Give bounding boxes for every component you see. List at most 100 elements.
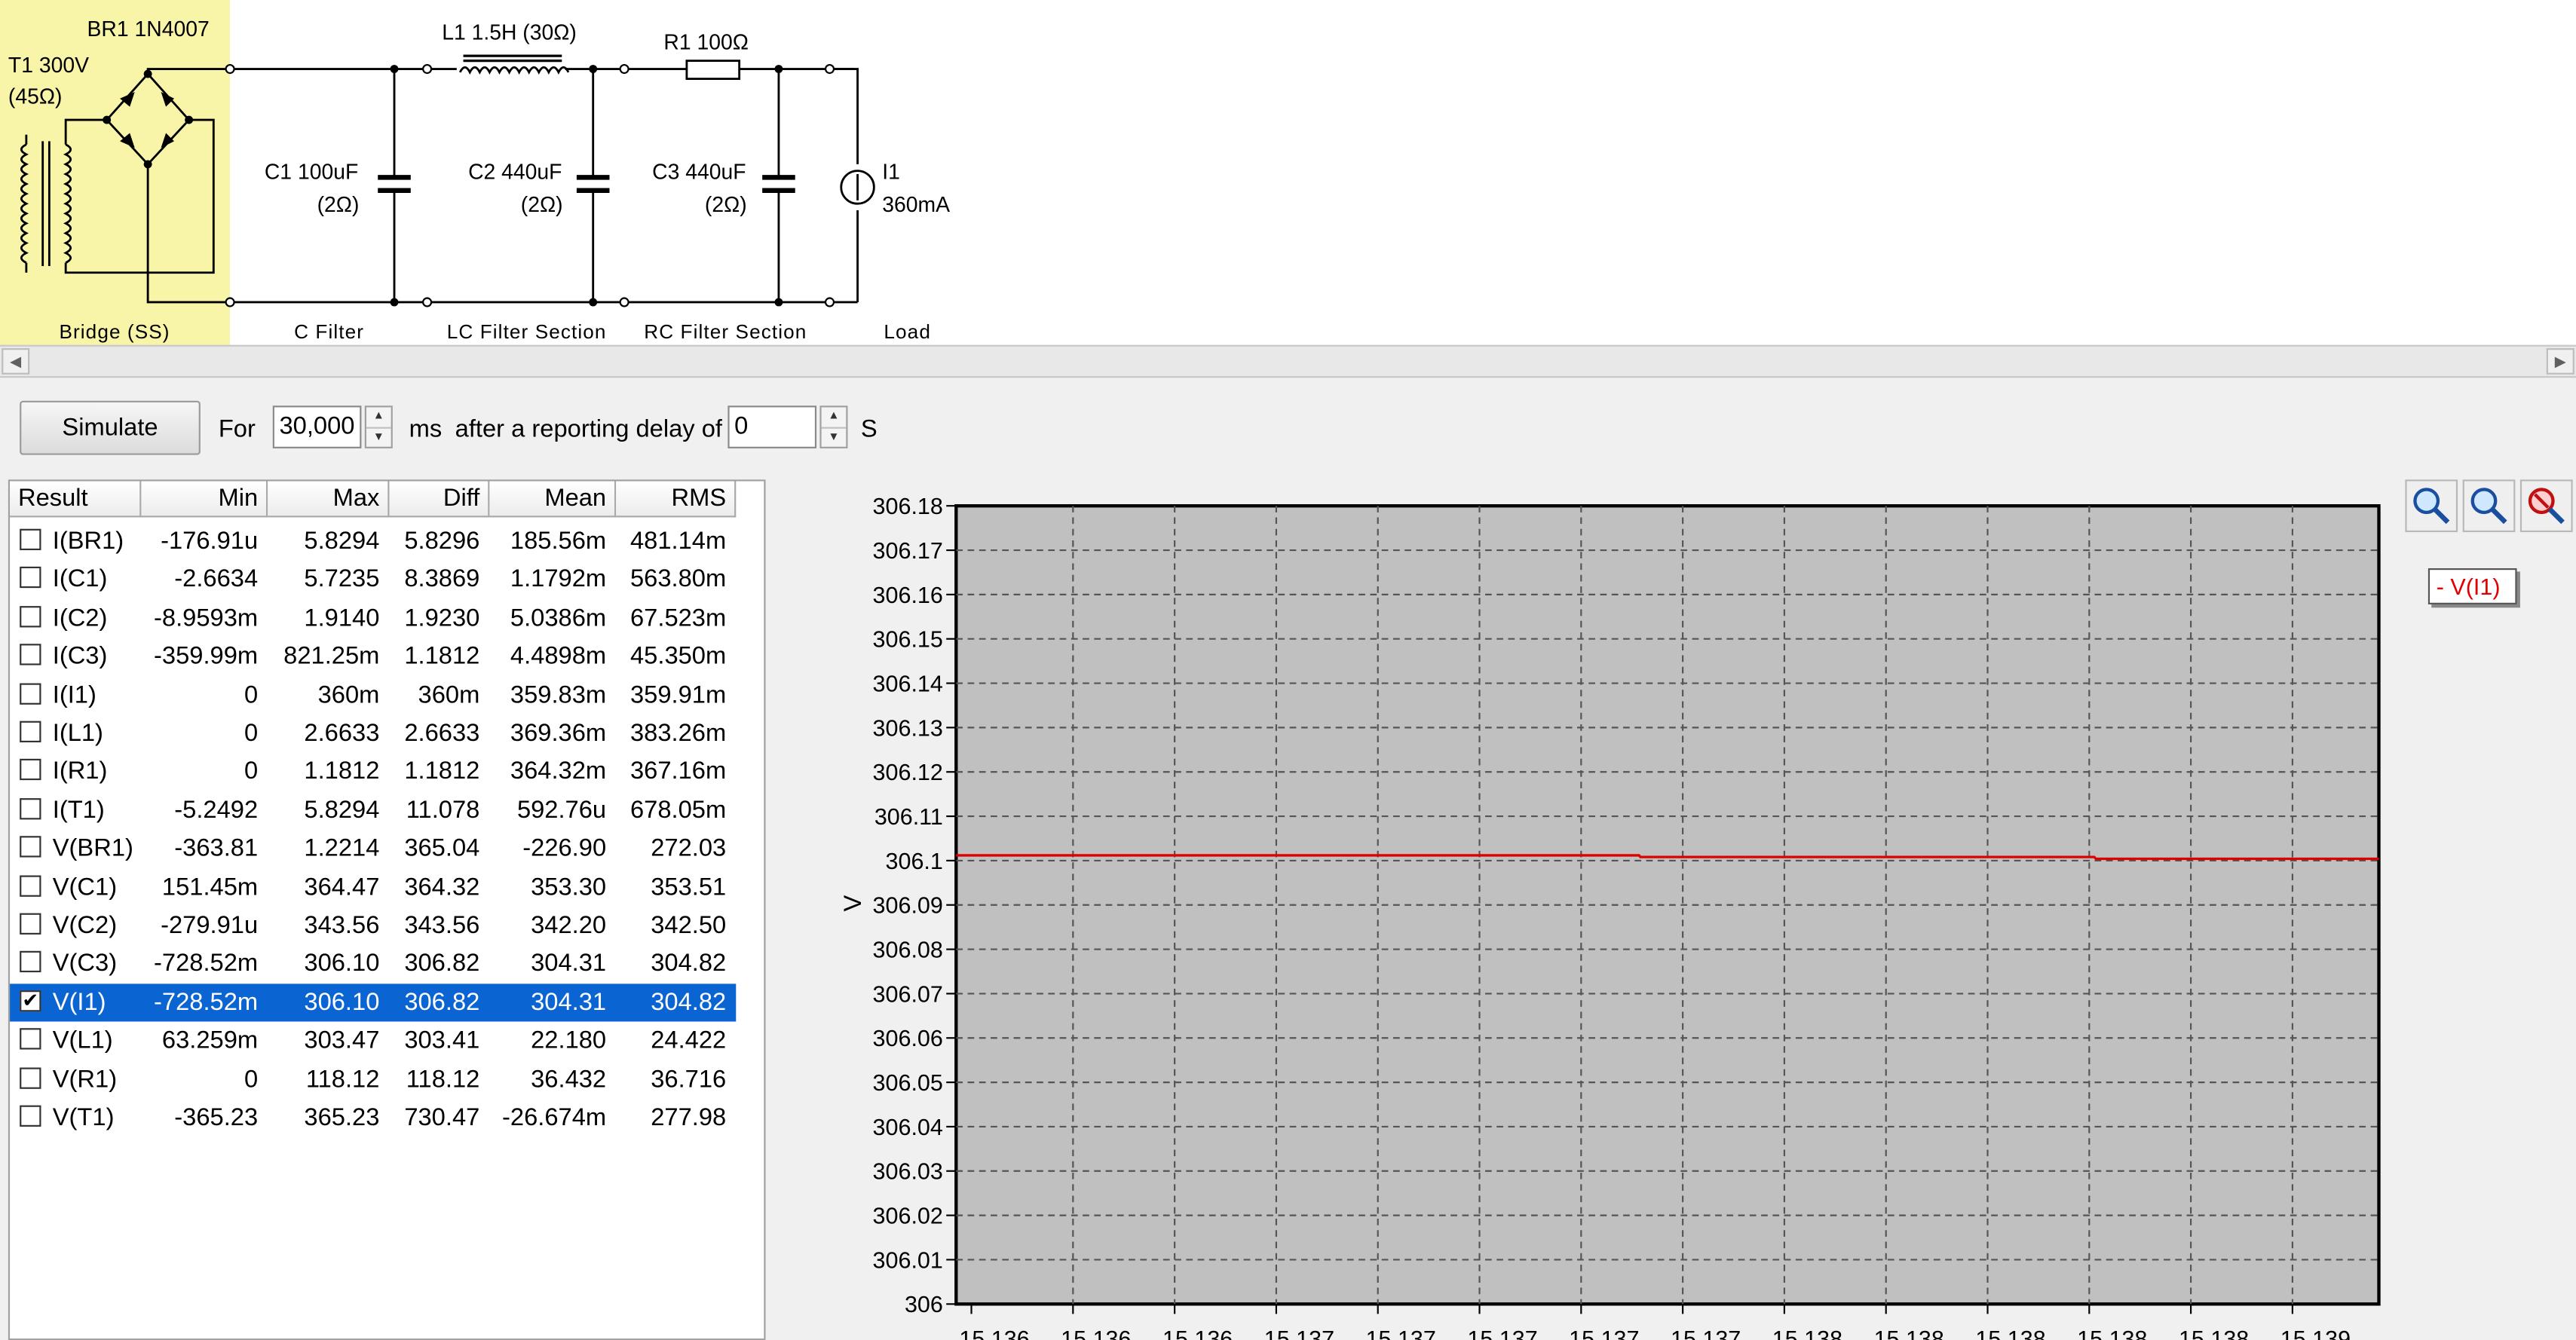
cell-max: 1.9140 — [304, 604, 380, 632]
cell-min: 151.45m — [161, 873, 259, 901]
results-table[interactable]: Result Min Max Diff Mean RMS I(BR1) -176.… — [8, 479, 766, 1340]
duration-input[interactable]: 30,000 — [272, 405, 362, 448]
row-checkbox[interactable] — [20, 528, 41, 551]
row-checkbox[interactable]: ✔ — [20, 990, 41, 1011]
y-tick-label: 306.16 — [873, 583, 943, 608]
cell-mean: 353.30 — [531, 873, 607, 901]
cell-min: 0 — [244, 757, 259, 786]
y-tick-label: 306.12 — [873, 760, 943, 785]
result-name: V(R1) — [52, 1065, 118, 1094]
simulate-button[interactable]: Simulate — [20, 400, 201, 455]
cell-rms: 304.82 — [651, 988, 727, 1017]
x-tick-label: 15.136 — [959, 1326, 1029, 1340]
table-row[interactable]: V(L1) 63.259m 303.47 303.41 22.180 24.422 — [10, 1022, 736, 1060]
zoom-in-icon — [2413, 488, 2450, 525]
zoom-reset-button[interactable] — [2519, 479, 2573, 533]
column-header-min[interactable]: Min — [141, 481, 268, 518]
row-checkbox[interactable] — [20, 759, 41, 781]
table-row[interactable]: V(BR1) -363.81 1.2214 365.04 -226.90 272.03 — [10, 830, 736, 867]
bridge-label: BR1 1N4007 — [87, 16, 210, 41]
cell-rms: 272.03 — [651, 834, 727, 863]
table-row[interactable]: V(T1) -365.23 365.23 730.47 -26.674m 277.98 — [10, 1099, 736, 1137]
cell-rms: 359.91m — [629, 681, 727, 709]
schematic-canvas[interactable]: T1 300V (45Ω) BR1 1N4007 L1 1.5H (30Ω) R… — [0, 0, 2576, 345]
cell-max: 343.56 — [304, 911, 380, 940]
table-row[interactable]: V(C2) -279.91u 343.56 343.56 342.20 342.50 — [10, 907, 736, 944]
result-name: I(R1) — [52, 757, 108, 786]
spin-down-icon[interactable]: ▼ — [822, 429, 847, 448]
cell-diff: 11.078 — [406, 796, 480, 824]
table-row[interactable]: I(I1) 0 360m 360m 359.83m 359.91m — [10, 676, 736, 714]
spin-up-icon[interactable]: ▲ — [821, 407, 847, 429]
cell-mean: -226.90 — [522, 834, 607, 863]
column-header-mean[interactable]: Mean — [489, 481, 617, 518]
cell-diff: 306.82 — [404, 950, 480, 978]
cell-diff: 730.47 — [404, 1103, 480, 1132]
c1-esr: (2Ω) — [317, 191, 360, 217]
spin-down-icon[interactable]: ▼ — [366, 429, 391, 448]
table-row[interactable]: V(C3) -728.52m 306.10 306.82 304.31 304.82 — [10, 945, 736, 983]
column-header-max[interactable]: Max — [268, 481, 390, 518]
cell-mean: 304.31 — [531, 988, 607, 1017]
row-checkbox[interactable] — [20, 644, 41, 665]
zoom-out-button[interactable] — [2462, 479, 2516, 533]
scroll-left-arrow-icon[interactable]: ◀ — [2, 347, 30, 375]
y-tick-label: 306.09 — [873, 893, 943, 919]
row-checkbox[interactable] — [20, 797, 41, 819]
row-checkbox[interactable] — [20, 1028, 41, 1050]
row-checkbox[interactable] — [20, 913, 41, 935]
schematic-horizontal-scrollbar[interactable]: ◀ ▶ — [0, 344, 2576, 378]
row-checkbox[interactable] — [20, 1105, 41, 1127]
column-header-result[interactable]: Result — [10, 481, 142, 518]
result-name: I(T1) — [52, 796, 105, 824]
column-header-diff[interactable]: Diff — [389, 481, 490, 518]
result-name: I(L1) — [52, 719, 103, 748]
x-tick-label: 15.137 — [1264, 1326, 1334, 1340]
table-row[interactable]: I(L1) 0 2.6633 2.6633 369.36m 383.26m — [10, 714, 736, 752]
waveform-chart[interactable]: 306.18 306.17 306.16 306.15 306.14 306.13 306.… — [775, 479, 2576, 1340]
table-row[interactable]: I(C2) -8.9593m 1.9140 1.9230 5.0386m 67.523m — [10, 599, 736, 637]
table-row[interactable]: ✔ V(I1) -728.52m 306.10 306.82 304.31 304.82 — [10, 983, 737, 1022]
column-header-rms[interactable]: RMS — [616, 481, 737, 518]
y-tick-label: 306.06 — [873, 1026, 943, 1051]
x-tick-label: 15.138 — [2077, 1326, 2147, 1340]
section-label-rc-filter: RC Filter Section — [644, 320, 807, 344]
cell-mean: 185.56m — [510, 527, 607, 555]
result-name: V(BR1) — [52, 834, 133, 863]
duration-spinner[interactable]: ▲ ▼ — [364, 405, 393, 448]
table-row[interactable]: I(BR1) -176.91u 5.8294 5.8296 185.56m 481.14m — [10, 522, 736, 560]
cell-rms: 45.350m — [629, 642, 727, 671]
row-checkbox[interactable] — [20, 720, 41, 743]
x-tick-label: 15.138 — [1975, 1326, 2045, 1340]
cell-min: -5.2492 — [174, 796, 259, 824]
cell-diff: 1.9230 — [404, 604, 480, 632]
row-checkbox[interactable] — [20, 682, 41, 704]
spin-up-icon[interactable]: ▲ — [366, 407, 391, 429]
row-checkbox[interactable] — [20, 951, 41, 973]
row-checkbox[interactable] — [20, 1066, 41, 1088]
cell-max: 365.23 — [304, 1103, 380, 1132]
table-row[interactable]: V(C1) 151.45m 364.47 364.32 353.30 353.51 — [10, 868, 736, 906]
table-row[interactable]: V(R1) 0 118.12 118.12 36.432 36.716 — [10, 1060, 736, 1098]
schematic-drawing — [0, 0, 875, 345]
table-row[interactable]: I(C3) -359.99m 821.25m 1.1812 4.4898m 45.350m — [10, 638, 736, 675]
scroll-right-arrow-icon[interactable]: ▶ — [2546, 347, 2574, 375]
row-checkbox[interactable] — [20, 605, 41, 628]
cell-max: 5.7235 — [304, 565, 380, 594]
zoom-in-button[interactable] — [2405, 479, 2458, 533]
cell-min: 0 — [244, 1065, 259, 1094]
result-name: I(C3) — [52, 642, 108, 671]
table-row[interactable]: I(R1) 0 1.1812 1.1812 364.32m 367.16m — [10, 753, 736, 791]
table-row[interactable]: I(C1) -2.6634 5.7235 8.3869 1.1792m 563.80m — [10, 561, 736, 598]
cell-mean: 592.76u — [516, 796, 607, 824]
row-checkbox[interactable] — [20, 874, 41, 896]
x-tick-label: 15.137 — [1366, 1326, 1436, 1340]
delay-spinner[interactable]: ▲ ▼ — [819, 405, 848, 448]
cell-max: 306.10 — [304, 988, 380, 1017]
cell-max: 5.8294 — [304, 796, 380, 824]
row-checkbox[interactable] — [20, 567, 41, 589]
delay-input[interactable]: 0 — [727, 405, 817, 448]
row-checkbox[interactable] — [20, 836, 41, 858]
cell-diff: 1.1812 — [404, 642, 480, 671]
table-row[interactable]: I(T1) -5.2492 5.8294 11.078 592.76u 678.05m — [10, 791, 736, 829]
